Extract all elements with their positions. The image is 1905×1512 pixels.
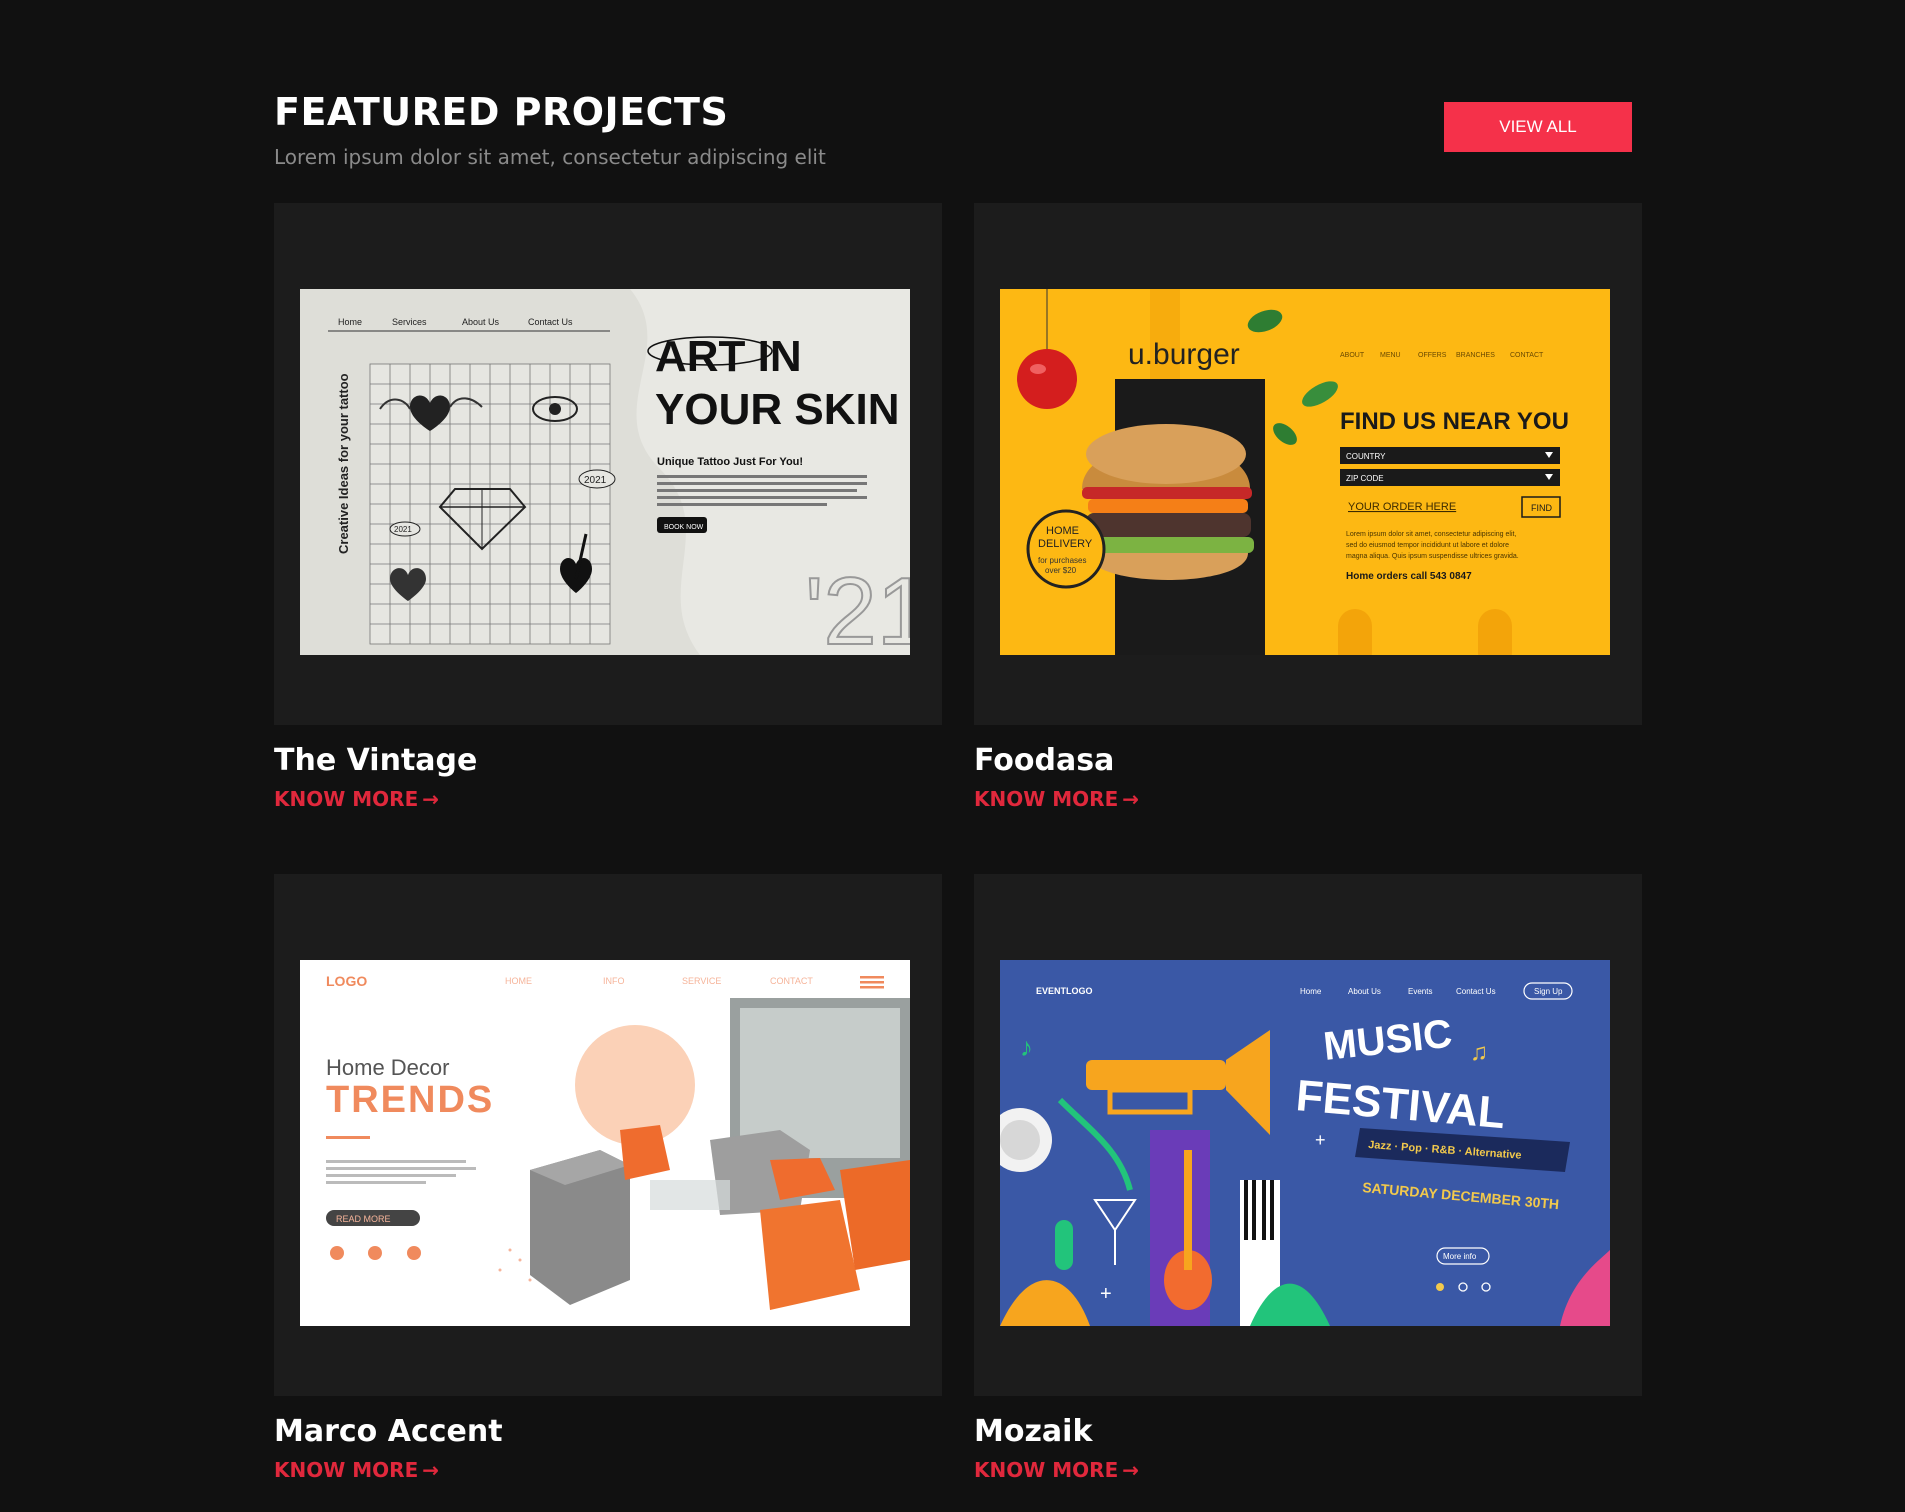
project-card-marco-accent: LOGO HOME INFO SERVICE CONTACT Home Deco… <box>274 874 942 1482</box>
foodasa-phone: Home orders call 543 0847 <box>1346 571 1472 582</box>
foodasa-find-button: FIND <box>1531 503 1552 513</box>
foodasa-body-2: sed do eiusmod tempor incididunt ut labo… <box>1346 542 1509 549</box>
project-thumbnail[interactable]: LOGO HOME INFO SERVICE CONTACT Home Deco… <box>300 960 910 1326</box>
project-title: Marco Accent <box>274 1414 503 1449</box>
mozaik-more-info-button: More info <box>1443 1252 1477 1261</box>
know-more-link[interactable]: KNOW MORE → <box>274 1458 439 1482</box>
vintage-headline-2: YOUR SKIN <box>655 385 899 434</box>
arrow-right-icon: → <box>1122 787 1139 811</box>
mozaik-nav-1: About Us <box>1348 987 1381 996</box>
svg-text:+: + <box>1100 1283 1112 1305</box>
know-more-link[interactable]: KNOW MORE → <box>974 787 1139 811</box>
know-more-link[interactable]: KNOW MORE → <box>274 787 439 811</box>
section-subtitle: Lorem ipsum dolor sit amet, consectetur … <box>274 145 826 169</box>
foodasa-badge-4: over $20 <box>1045 566 1077 575</box>
vintage-big-number: '21 <box>805 558 910 655</box>
foodasa-body-1: Lorem ipsum dolor sit amet, consectetur … <box>1346 531 1516 538</box>
mozaik-signup-button: Sign Up <box>1534 987 1563 996</box>
project-title: Mozaik <box>974 1414 1093 1449</box>
vintage-book-button: BOOK NOW <box>664 524 704 531</box>
vintage-nav-2: About Us <box>462 317 500 327</box>
marco-logo: LOGO <box>326 973 367 989</box>
project-card-mozaik: EVENTLOGO Home About Us Events Contact U… <box>974 874 1642 1482</box>
foodasa-nav-2: OFFERS <box>1418 352 1447 359</box>
view-all-button[interactable]: VIEW ALL <box>1444 102 1632 152</box>
marco-headline-1: Home Decor <box>326 1055 449 1080</box>
project-card-the-vintage: Home Services About Us Contact Us Creati… <box>274 203 942 811</box>
marco-nav-2: SERVICE <box>682 976 721 986</box>
foodasa-field-1: COUNTRY <box>1346 452 1386 461</box>
vintage-nav-1: Services <box>392 317 427 327</box>
foodasa-nav-3: BRANCHES <box>1456 352 1495 359</box>
project-title: The Vintage <box>274 743 478 778</box>
know-more-link[interactable]: KNOW MORE → <box>974 1458 1139 1482</box>
foodasa-field-2: ZIP CODE <box>1346 474 1384 483</box>
vintage-badge-1: 2021 <box>584 475 607 486</box>
vintage-badge-2: 2021 <box>394 525 412 534</box>
foodasa-body-3: magna aliqua. Quis ipsum suspendisse ult… <box>1346 553 1519 560</box>
project-preview-frame: LOGO HOME INFO SERVICE CONTACT Home Deco… <box>274 874 942 1396</box>
project-preview-frame: EVENTLOGO Home About Us Events Contact U… <box>974 874 1642 1396</box>
project-preview-frame: u.burger HOME DELIVERY for purchases ove… <box>974 203 1642 725</box>
mozaik-nav-0: Home <box>1300 987 1322 996</box>
project-title: Foodasa <box>974 743 1115 778</box>
foodasa-nav-0: ABOUT <box>1340 352 1365 359</box>
foodasa-nav-1: MENU <box>1380 352 1401 359</box>
mozaik-logo: EVENTLOGO <box>1036 986 1093 996</box>
project-thumbnail[interactable]: Home Services About Us Contact Us Creati… <box>300 289 910 655</box>
marco-read-more: READ MORE <box>336 1214 391 1224</box>
vintage-tagline: Unique Tattoo Just For You! <box>657 456 803 468</box>
vintage-vertical-text: Creative Ideas for your tattoo <box>336 373 351 554</box>
foodasa-badge-3: for purchases <box>1038 556 1086 565</box>
svg-text:+: + <box>1315 1130 1326 1150</box>
arrow-right-icon: → <box>422 787 439 811</box>
mozaik-nav-3: Contact Us <box>1456 987 1496 996</box>
marco-nav-1: INFO <box>603 976 625 986</box>
foodasa-logo: u.burger <box>1128 338 1240 371</box>
vintage-nav-3: Contact Us <box>528 317 573 327</box>
marco-nav-0: HOME <box>505 976 532 986</box>
arrow-right-icon: → <box>1122 1458 1139 1482</box>
arrow-right-icon: → <box>422 1458 439 1482</box>
project-preview-frame: Home Services About Us Contact Us Creati… <box>274 203 942 725</box>
foodasa-headline: FIND US NEAR YOU <box>1340 408 1569 435</box>
foodasa-badge-2: DELIVERY <box>1038 538 1093 550</box>
svg-text:♪: ♪ <box>1020 1032 1033 1062</box>
foodasa-order-label: YOUR ORDER HERE <box>1348 501 1456 513</box>
foodasa-badge-1: HOME <box>1046 525 1079 537</box>
mozaik-nav-2: Events <box>1408 987 1432 996</box>
marco-headline-2: TRENDS <box>326 1079 494 1121</box>
vintage-nav-0: Home <box>338 317 362 327</box>
svg-text:♫: ♫ <box>1470 1039 1488 1066</box>
project-thumbnail[interactable]: EVENTLOGO Home About Us Events Contact U… <box>1000 960 1610 1326</box>
foodasa-nav-4: CONTACT <box>1510 352 1544 359</box>
project-thumbnail[interactable]: u.burger HOME DELIVERY for purchases ove… <box>1000 289 1610 655</box>
project-card-foodasa: u.burger HOME DELIVERY for purchases ove… <box>974 203 1642 811</box>
marco-nav-3: CONTACT <box>770 976 813 986</box>
section-title: FEATURED PROJECTS <box>274 90 729 134</box>
